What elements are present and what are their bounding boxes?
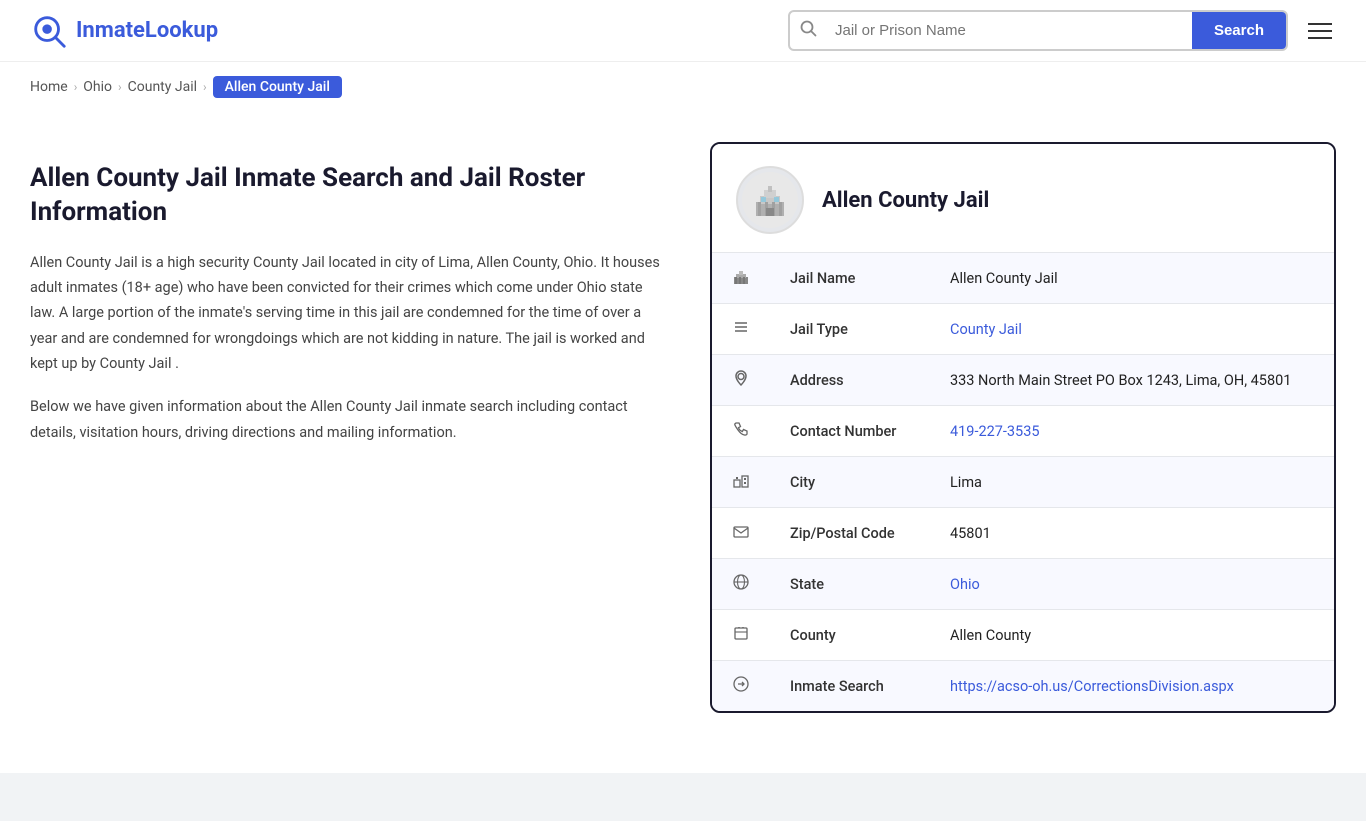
table-value[interactable]: Ohio — [930, 559, 1334, 610]
table-label: Contact Number — [770, 406, 930, 457]
table-label: Inmate Search — [770, 661, 930, 712]
table-value: Allen County Jail — [930, 253, 1334, 304]
search-bar-icon — [790, 20, 827, 41]
logo-link[interactable]: InmateLookup — [30, 12, 218, 50]
jail-card: Allen County Jail Jail NameAllen County … — [710, 142, 1336, 713]
main-content: Allen County Jail Inmate Search and Jail… — [0, 112, 1366, 753]
table-label: Jail Type — [770, 304, 930, 355]
search-button[interactable]: Search — [1192, 12, 1286, 49]
inmate-icon — [712, 661, 770, 712]
table-row: Jail Type County Jail — [712, 304, 1334, 355]
hamburger-menu[interactable] — [1304, 19, 1336, 43]
table-row: CityLima — [712, 457, 1334, 508]
table-value[interactable]: 419-227-3535 — [930, 406, 1334, 457]
list-icon — [712, 304, 770, 355]
breadcrumb: Home › Ohio › County Jail › Allen County… — [0, 62, 1366, 112]
right-column: Allen County Jail Jail NameAllen County … — [710, 142, 1336, 713]
jail-info-table: Jail NameAllen County JailJail Type Count… — [712, 253, 1334, 711]
location-icon — [712, 355, 770, 406]
breadcrumb-ohio[interactable]: Ohio — [83, 79, 112, 95]
table-row: Jail NameAllen County Jail — [712, 253, 1334, 304]
search-bar: Search — [788, 10, 1288, 51]
city-icon — [712, 457, 770, 508]
state-icon — [712, 559, 770, 610]
jail-icon — [712, 253, 770, 304]
jail-card-header: Allen County Jail — [712, 144, 1334, 253]
footer — [0, 773, 1366, 821]
table-row: Zip/Postal Code45801 — [712, 508, 1334, 559]
header-right: Search — [788, 10, 1336, 51]
table-value[interactable]: County Jail — [930, 304, 1334, 355]
table-label: County — [770, 610, 930, 661]
table-label: Jail Name — [770, 253, 930, 304]
left-column: Allen County Jail Inmate Search and Jail… — [30, 142, 670, 713]
breadcrumb-active: Allen County Jail — [213, 76, 342, 98]
table-label: Zip/Postal Code — [770, 508, 930, 559]
search-input[interactable] — [827, 12, 1192, 49]
breadcrumb-county-jail[interactable]: County Jail — [128, 79, 197, 95]
page-description-2: Below we have given information about th… — [30, 394, 670, 445]
table-row: Contact Number 419-227-3535 — [712, 406, 1334, 457]
header: InmateLookup Search — [0, 0, 1366, 62]
table-value-link[interactable]: 419-227-3535 — [950, 423, 1040, 440]
breadcrumb-home[interactable]: Home — [30, 79, 68, 95]
table-row: State Ohio — [712, 559, 1334, 610]
chevron-icon: › — [74, 80, 78, 94]
table-row: Address333 North Main Street PO Box 1243… — [712, 355, 1334, 406]
phone-icon — [712, 406, 770, 457]
table-value: Allen County — [930, 610, 1334, 661]
chevron-icon-2: › — [118, 80, 122, 94]
table-value-link[interactable]: https://acso-oh.us/CorrectionsDivision.a… — [950, 678, 1234, 695]
table-label: State — [770, 559, 930, 610]
zip-icon — [712, 508, 770, 559]
jail-avatar — [736, 166, 804, 234]
table-row: Inmate Search https://acso-oh.us/Correcti… — [712, 661, 1334, 712]
table-label: City — [770, 457, 930, 508]
table-value: Lima — [930, 457, 1334, 508]
table-value[interactable]: https://acso-oh.us/CorrectionsDivision.a… — [930, 661, 1334, 712]
page-title: Allen County Jail Inmate Search and Jail… — [30, 162, 670, 230]
table-row: CountyAllen County — [712, 610, 1334, 661]
table-label: Address — [770, 355, 930, 406]
table-value-link[interactable]: Ohio — [950, 576, 980, 593]
table-value: 45801 — [930, 508, 1334, 559]
logo-icon — [30, 12, 68, 50]
logo-text: InmateLookup — [76, 18, 218, 43]
chevron-icon-3: › — [203, 80, 207, 94]
county-icon — [712, 610, 770, 661]
jail-card-title: Allen County Jail — [822, 188, 989, 213]
page-description-1: Allen County Jail is a high security Cou… — [30, 250, 670, 377]
table-value-link[interactable]: County Jail — [950, 321, 1022, 338]
table-value: 333 North Main Street PO Box 1243, Lima,… — [930, 355, 1334, 406]
